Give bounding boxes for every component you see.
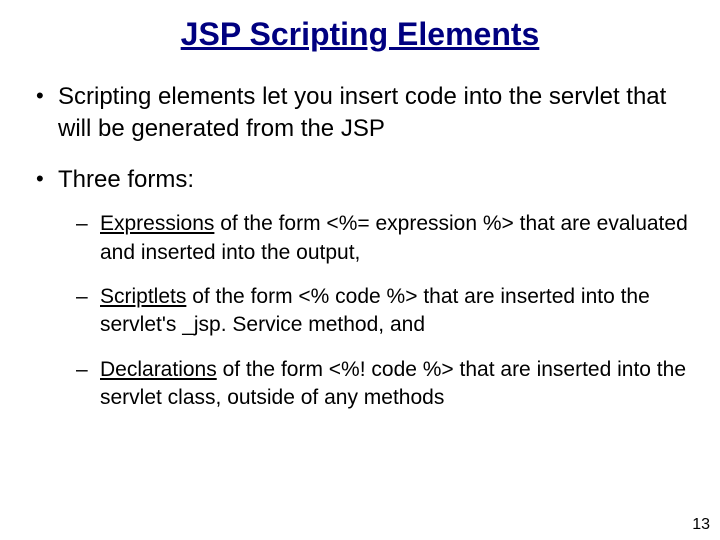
- sub-bullet-2-term: Scriptlets: [100, 285, 186, 308]
- bullet-list: Scripting elements let you insert code i…: [30, 81, 690, 412]
- bullet-item-2: Three forms: Expressions of the form <%=…: [30, 164, 690, 412]
- page-number: 13: [692, 516, 710, 534]
- sub-bullet-list: Expressions of the form <%= expression %…: [58, 210, 690, 412]
- slide-title: JSP Scripting Elements: [30, 16, 690, 53]
- sub-bullet-1: Expressions of the form <%= expression %…: [58, 210, 690, 267]
- sub-bullet-2: Scriptlets of the form <% code %> that a…: [58, 283, 690, 340]
- bullet-item-1: Scripting elements let you insert code i…: [30, 81, 690, 146]
- slide: JSP Scripting Elements Scripting element…: [0, 0, 720, 540]
- bullet-text-2: Three forms:: [58, 166, 194, 193]
- bullet-text-1: Scripting elements let you insert code i…: [58, 83, 666, 142]
- sub-bullet-3: Declarations of the form <%! code %> tha…: [58, 356, 690, 413]
- sub-bullet-1-term: Expressions: [100, 212, 214, 235]
- sub-bullet-3-term: Declarations: [100, 358, 217, 381]
